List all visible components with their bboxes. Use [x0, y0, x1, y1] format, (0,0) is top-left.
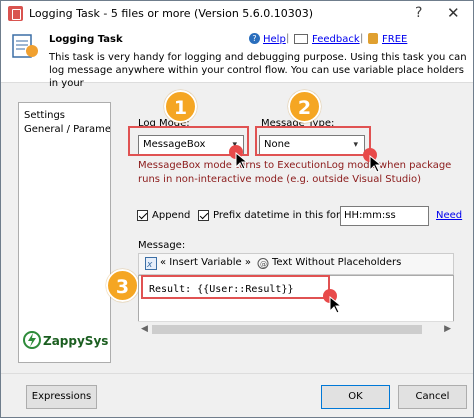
task-title: Logging Task [49, 34, 123, 45]
log-document-icon [12, 34, 38, 58]
highlight-box-message [141, 275, 330, 299]
task-header: Logging Task ? Help | Feedback | FREE Th… [1, 27, 473, 89]
free-link[interactable]: FREE [382, 34, 407, 45]
help-icon[interactable]: ? [415, 5, 422, 21]
mail-icon[interactable] [294, 34, 308, 44]
svg-text:@: @ [260, 261, 267, 269]
message-horizontal-scrollbar[interactable]: ◀ ▶ [138, 321, 454, 337]
svg-text:x: x [146, 260, 153, 270]
footer-divider [1, 373, 473, 374]
ok-button[interactable]: OK [321, 385, 390, 409]
cancel-button[interactable]: Cancel [398, 385, 467, 409]
feedback-link[interactable]: Feedback [312, 34, 360, 45]
zappysys-logo-icon [23, 331, 41, 349]
mouse-pointer-icon [235, 152, 249, 170]
message-toolbar: x « Insert Variable » @ Text Without Pla… [138, 253, 454, 275]
expressions-button[interactable]: Expressions [26, 385, 97, 409]
placeholder-icon: @ [257, 258, 269, 269]
logging-task-window: Logging Task - 5 files or more (Version … [0, 0, 474, 418]
link-separator: | [360, 33, 364, 44]
scroll-left-icon[interactable]: ◀ [141, 324, 148, 334]
datetime-format-input[interactable]: HH:mm:ss [340, 206, 429, 226]
help-link[interactable]: Help [263, 34, 286, 45]
append-checkbox[interactable] [137, 210, 148, 221]
mouse-pointer-icon [329, 296, 343, 314]
text-without-placeholders-button[interactable]: Text Without Placeholders [272, 257, 401, 268]
title-bar[interactable]: Logging Task - 5 files or more (Version … [1, 1, 473, 27]
nav-item-settings[interactable]: Settings [19, 109, 110, 123]
scrollbar-thumb[interactable] [152, 325, 422, 334]
nav-item-general-parameters[interactable]: General / Parameters [19, 123, 110, 137]
log-mode-warning: MessageBox mode turns to ExecutionLog mo… [138, 160, 452, 185]
highlight-box-message-type [255, 126, 371, 156]
logo-text: ZappySys [43, 334, 109, 348]
variable-icon: x [145, 257, 157, 270]
insert-variable-button[interactable]: « Insert Variable » [160, 257, 251, 268]
mouse-pointer-icon [369, 155, 383, 173]
lock-icon[interactable] [368, 33, 378, 44]
zappysys-logo: ZappySys [23, 331, 113, 351]
prefix-datetime-checkbox[interactable] [198, 210, 209, 221]
settings-nav-list[interactable]: Settings General / Parameters [18, 102, 111, 363]
help-link-icon[interactable]: ? [249, 33, 260, 44]
window-title: Logging Task - 5 files or more (Version … [29, 7, 314, 20]
need-help-link[interactable]: Need [436, 210, 462, 221]
step-badge-3: 3 [106, 269, 139, 302]
app-icon [8, 6, 23, 21]
scroll-right-icon[interactable]: ▶ [444, 324, 451, 334]
task-description: This task is very handy for logging and … [49, 52, 467, 89]
close-icon[interactable]: ✕ [447, 4, 460, 22]
message-label: Message: [138, 240, 186, 251]
step-badge-1: 1 [164, 90, 197, 123]
link-separator: | [286, 33, 290, 44]
prefix-datetime-label: Prefix datetime in this format [213, 210, 360, 221]
append-label: Append [152, 210, 191, 221]
step-badge-2: 2 [288, 90, 321, 123]
